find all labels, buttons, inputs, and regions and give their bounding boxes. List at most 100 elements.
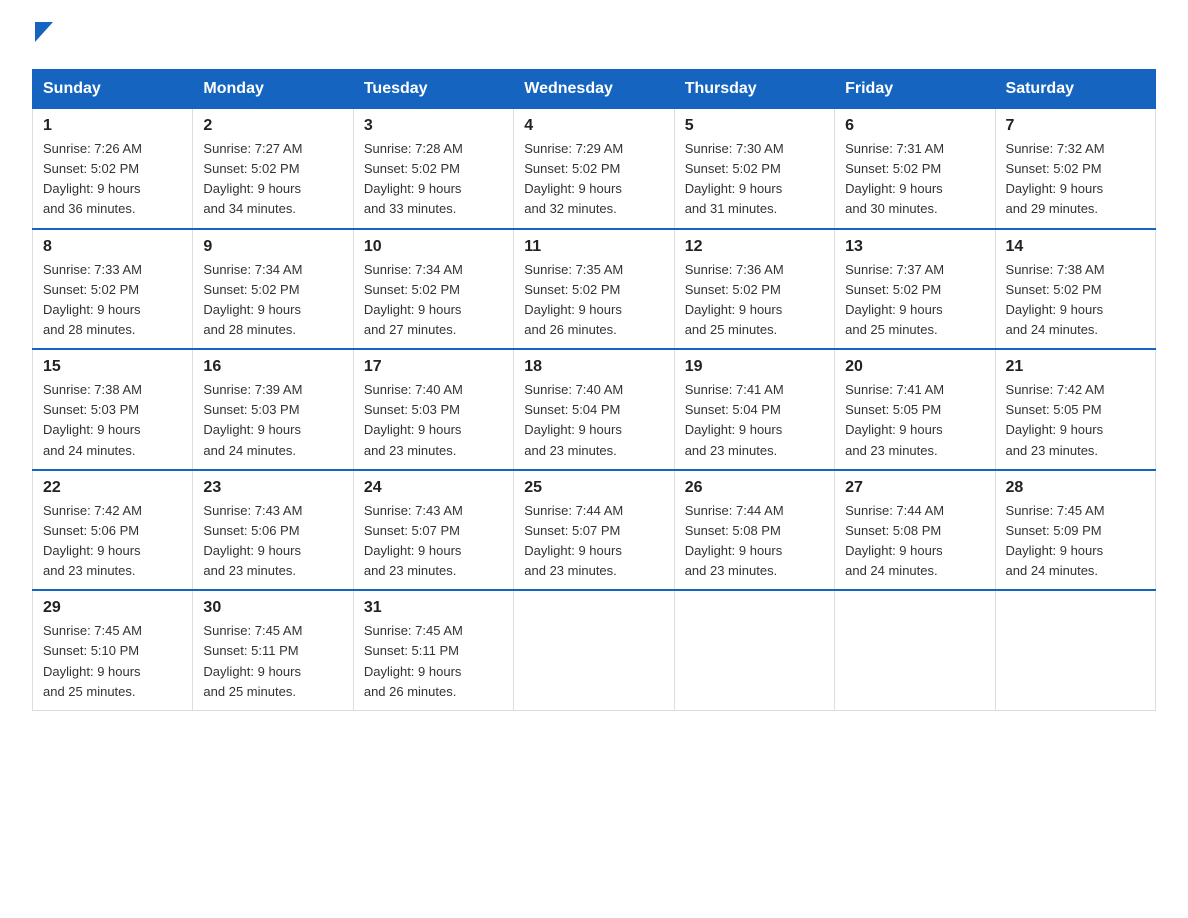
calendar-day-cell: 30 Sunrise: 7:45 AM Sunset: 5:11 PM Dayl… <box>193 590 353 710</box>
day-info: Sunrise: 7:44 AM Sunset: 5:08 PM Dayligh… <box>845 501 984 582</box>
day-info: Sunrise: 7:38 AM Sunset: 5:02 PM Dayligh… <box>1006 260 1145 341</box>
day-info: Sunrise: 7:40 AM Sunset: 5:03 PM Dayligh… <box>364 380 503 461</box>
calendar-header-friday: Friday <box>835 70 995 109</box>
day-number: 28 <box>1006 479 1145 497</box>
day-info: Sunrise: 7:42 AM Sunset: 5:06 PM Dayligh… <box>43 501 182 582</box>
day-number: 20 <box>845 358 984 376</box>
day-info: Sunrise: 7:37 AM Sunset: 5:02 PM Dayligh… <box>845 260 984 341</box>
calendar-day-cell: 15 Sunrise: 7:38 AM Sunset: 5:03 PM Dayl… <box>33 349 193 470</box>
day-number: 16 <box>203 358 342 376</box>
calendar-week-row: 22 Sunrise: 7:42 AM Sunset: 5:06 PM Dayl… <box>33 470 1156 591</box>
calendar-day-cell: 13 Sunrise: 7:37 AM Sunset: 5:02 PM Dayl… <box>835 229 995 350</box>
day-info: Sunrise: 7:39 AM Sunset: 5:03 PM Dayligh… <box>203 380 342 461</box>
calendar-day-cell: 31 Sunrise: 7:45 AM Sunset: 5:11 PM Dayl… <box>353 590 513 710</box>
day-info: Sunrise: 7:43 AM Sunset: 5:07 PM Dayligh… <box>364 501 503 582</box>
day-number: 2 <box>203 117 342 135</box>
day-number: 4 <box>524 117 663 135</box>
calendar-day-cell: 12 Sunrise: 7:36 AM Sunset: 5:02 PM Dayl… <box>674 229 834 350</box>
calendar-header-row: SundayMondayTuesdayWednesdayThursdayFrid… <box>33 70 1156 109</box>
page-header <box>32 24 1156 49</box>
day-info: Sunrise: 7:34 AM Sunset: 5:02 PM Dayligh… <box>364 260 503 341</box>
day-number: 31 <box>364 599 503 617</box>
calendar-day-cell: 26 Sunrise: 7:44 AM Sunset: 5:08 PM Dayl… <box>674 470 834 591</box>
day-number: 7 <box>1006 117 1145 135</box>
calendar-header-sunday: Sunday <box>33 70 193 109</box>
calendar-day-cell: 17 Sunrise: 7:40 AM Sunset: 5:03 PM Dayl… <box>353 349 513 470</box>
calendar-day-cell: 19 Sunrise: 7:41 AM Sunset: 5:04 PM Dayl… <box>674 349 834 470</box>
calendar-day-cell <box>835 590 995 710</box>
calendar-day-cell: 3 Sunrise: 7:28 AM Sunset: 5:02 PM Dayli… <box>353 109 513 229</box>
day-number: 14 <box>1006 238 1145 256</box>
day-info: Sunrise: 7:33 AM Sunset: 5:02 PM Dayligh… <box>43 260 182 341</box>
calendar-header-thursday: Thursday <box>674 70 834 109</box>
calendar-day-cell: 10 Sunrise: 7:34 AM Sunset: 5:02 PM Dayl… <box>353 229 513 350</box>
day-number: 8 <box>43 238 182 256</box>
day-info: Sunrise: 7:38 AM Sunset: 5:03 PM Dayligh… <box>43 380 182 461</box>
calendar-day-cell <box>674 590 834 710</box>
calendar-day-cell: 29 Sunrise: 7:45 AM Sunset: 5:10 PM Dayl… <box>33 590 193 710</box>
day-info: Sunrise: 7:27 AM Sunset: 5:02 PM Dayligh… <box>203 139 342 220</box>
calendar-day-cell: 5 Sunrise: 7:30 AM Sunset: 5:02 PM Dayli… <box>674 109 834 229</box>
day-info: Sunrise: 7:44 AM Sunset: 5:08 PM Dayligh… <box>685 501 824 582</box>
day-number: 9 <box>203 238 342 256</box>
calendar-day-cell: 6 Sunrise: 7:31 AM Sunset: 5:02 PM Dayli… <box>835 109 995 229</box>
day-info: Sunrise: 7:40 AM Sunset: 5:04 PM Dayligh… <box>524 380 663 461</box>
day-number: 30 <box>203 599 342 617</box>
calendar-day-cell: 22 Sunrise: 7:42 AM Sunset: 5:06 PM Dayl… <box>33 470 193 591</box>
day-info: Sunrise: 7:45 AM Sunset: 5:11 PM Dayligh… <box>203 621 342 702</box>
day-number: 19 <box>685 358 824 376</box>
day-info: Sunrise: 7:45 AM Sunset: 5:11 PM Dayligh… <box>364 621 503 702</box>
day-number: 15 <box>43 358 182 376</box>
calendar-header-saturday: Saturday <box>995 70 1155 109</box>
day-info: Sunrise: 7:32 AM Sunset: 5:02 PM Dayligh… <box>1006 139 1145 220</box>
day-number: 1 <box>43 117 182 135</box>
calendar-week-row: 15 Sunrise: 7:38 AM Sunset: 5:03 PM Dayl… <box>33 349 1156 470</box>
calendar-header-tuesday: Tuesday <box>353 70 513 109</box>
day-number: 18 <box>524 358 663 376</box>
calendar-table: SundayMondayTuesdayWednesdayThursdayFrid… <box>32 69 1156 711</box>
day-info: Sunrise: 7:28 AM Sunset: 5:02 PM Dayligh… <box>364 139 503 220</box>
day-number: 11 <box>524 238 663 256</box>
calendar-day-cell: 16 Sunrise: 7:39 AM Sunset: 5:03 PM Dayl… <box>193 349 353 470</box>
logo-arrow-icon <box>35 22 53 47</box>
calendar-day-cell: 28 Sunrise: 7:45 AM Sunset: 5:09 PM Dayl… <box>995 470 1155 591</box>
calendar-day-cell: 8 Sunrise: 7:33 AM Sunset: 5:02 PM Dayli… <box>33 229 193 350</box>
calendar-week-row: 8 Sunrise: 7:33 AM Sunset: 5:02 PM Dayli… <box>33 229 1156 350</box>
day-number: 3 <box>364 117 503 135</box>
day-info: Sunrise: 7:30 AM Sunset: 5:02 PM Dayligh… <box>685 139 824 220</box>
calendar-day-cell: 21 Sunrise: 7:42 AM Sunset: 5:05 PM Dayl… <box>995 349 1155 470</box>
calendar-header-wednesday: Wednesday <box>514 70 674 109</box>
day-info: Sunrise: 7:31 AM Sunset: 5:02 PM Dayligh… <box>845 139 984 220</box>
day-number: 29 <box>43 599 182 617</box>
calendar-day-cell: 4 Sunrise: 7:29 AM Sunset: 5:02 PM Dayli… <box>514 109 674 229</box>
calendar-day-cell: 24 Sunrise: 7:43 AM Sunset: 5:07 PM Dayl… <box>353 470 513 591</box>
logo <box>32 24 53 49</box>
day-info: Sunrise: 7:41 AM Sunset: 5:05 PM Dayligh… <box>845 380 984 461</box>
day-info: Sunrise: 7:43 AM Sunset: 5:06 PM Dayligh… <box>203 501 342 582</box>
day-info: Sunrise: 7:35 AM Sunset: 5:02 PM Dayligh… <box>524 260 663 341</box>
day-info: Sunrise: 7:36 AM Sunset: 5:02 PM Dayligh… <box>685 260 824 341</box>
calendar-day-cell <box>995 590 1155 710</box>
day-number: 12 <box>685 238 824 256</box>
calendar-day-cell: 2 Sunrise: 7:27 AM Sunset: 5:02 PM Dayli… <box>193 109 353 229</box>
day-info: Sunrise: 7:41 AM Sunset: 5:04 PM Dayligh… <box>685 380 824 461</box>
day-info: Sunrise: 7:29 AM Sunset: 5:02 PM Dayligh… <box>524 139 663 220</box>
day-number: 27 <box>845 479 984 497</box>
calendar-day-cell: 7 Sunrise: 7:32 AM Sunset: 5:02 PM Dayli… <box>995 109 1155 229</box>
day-info: Sunrise: 7:44 AM Sunset: 5:07 PM Dayligh… <box>524 501 663 582</box>
calendar-day-cell: 27 Sunrise: 7:44 AM Sunset: 5:08 PM Dayl… <box>835 470 995 591</box>
calendar-day-cell: 1 Sunrise: 7:26 AM Sunset: 5:02 PM Dayli… <box>33 109 193 229</box>
day-number: 21 <box>1006 358 1145 376</box>
calendar-week-row: 29 Sunrise: 7:45 AM Sunset: 5:10 PM Dayl… <box>33 590 1156 710</box>
day-number: 22 <box>43 479 182 497</box>
calendar-day-cell: 11 Sunrise: 7:35 AM Sunset: 5:02 PM Dayl… <box>514 229 674 350</box>
day-number: 23 <box>203 479 342 497</box>
calendar-day-cell: 20 Sunrise: 7:41 AM Sunset: 5:05 PM Dayl… <box>835 349 995 470</box>
calendar-day-cell: 18 Sunrise: 7:40 AM Sunset: 5:04 PM Dayl… <box>514 349 674 470</box>
day-number: 5 <box>685 117 824 135</box>
day-info: Sunrise: 7:45 AM Sunset: 5:10 PM Dayligh… <box>43 621 182 702</box>
calendar-day-cell: 14 Sunrise: 7:38 AM Sunset: 5:02 PM Dayl… <box>995 229 1155 350</box>
day-info: Sunrise: 7:45 AM Sunset: 5:09 PM Dayligh… <box>1006 501 1145 582</box>
calendar-week-row: 1 Sunrise: 7:26 AM Sunset: 5:02 PM Dayli… <box>33 109 1156 229</box>
day-number: 6 <box>845 117 984 135</box>
